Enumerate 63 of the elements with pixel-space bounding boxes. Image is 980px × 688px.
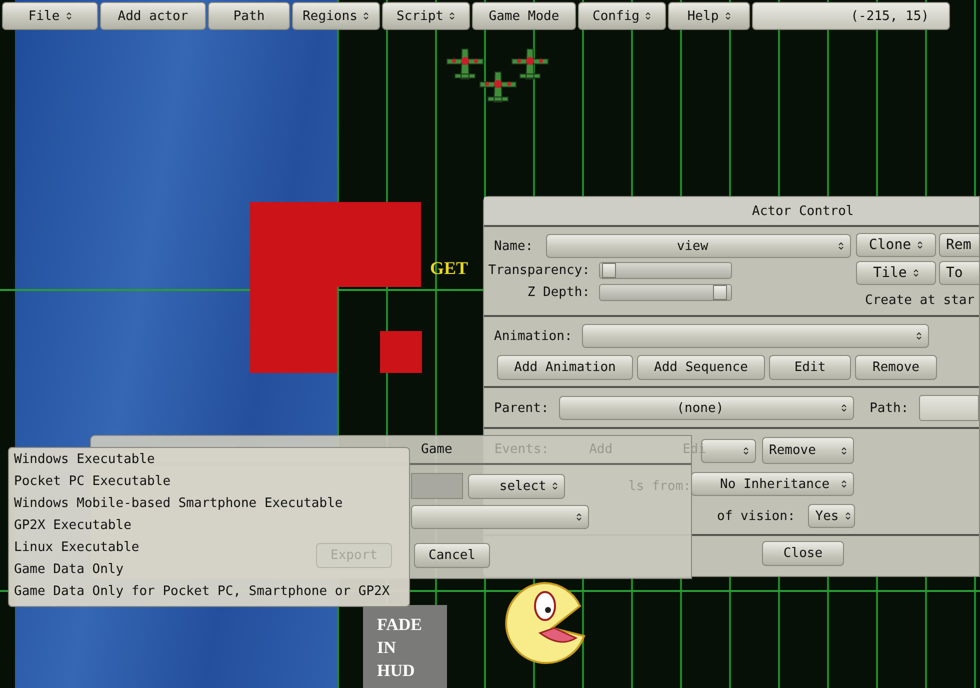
menu-item[interactable]: Windows Mobile-based Smartphone Executable <box>14 493 343 515</box>
dropdown-indicator-icon <box>840 404 847 412</box>
transparency-slider[interactable] <box>599 262 732 278</box>
menu-button[interactable]: Game Mode <box>472 2 576 30</box>
create-at-start-label: Create at star <box>865 293 976 308</box>
z-depth-slider[interactable] <box>599 284 732 300</box>
menu-item[interactable]: GP2X Executable <box>14 515 132 537</box>
dialog-title: Game <box>421 442 452 457</box>
menu-item[interactable]: Windows Executable <box>14 449 155 471</box>
path-label: Path: <box>870 400 909 416</box>
parent-label: Parent: <box>494 400 549 416</box>
side-button[interactable]: Tile <box>856 261 936 285</box>
menu-button[interactable]: Regions <box>292 2 380 30</box>
side-button[interactable]: Rem <box>939 233 979 257</box>
coordinates-display: (-215, 15) <box>752 2 950 30</box>
animation-button[interactable]: Remove <box>855 355 937 380</box>
dropdown-indicator-icon <box>916 332 922 340</box>
dropdown-indicator-icon <box>552 482 558 490</box>
select-button[interactable]: select <box>468 474 566 498</box>
vision-label: of vision: <box>717 508 796 524</box>
name-dropdown[interactable]: view <box>546 234 851 258</box>
dropdown-indicator-icon <box>576 513 582 521</box>
animation-label: Animation: <box>494 328 572 344</box>
animation-dropdown[interactable] <box>582 324 930 348</box>
window-title: Actor Control <box>752 204 854 218</box>
menu-button[interactable]: Add actor <box>100 2 206 30</box>
menu-button[interactable]: File <box>2 2 98 30</box>
menu-button[interactable]: Help <box>668 2 750 30</box>
menu-item[interactable]: Game Data Only <box>14 559 124 581</box>
slider-thumb[interactable] <box>602 262 616 278</box>
hud-label: FADE IN HUD <box>363 605 447 688</box>
remove-button[interactable]: Remove <box>762 437 854 464</box>
dropdown-indicator-icon <box>743 446 749 454</box>
menu-item[interactable]: Linux Executable <box>14 537 140 559</box>
menu-item[interactable]: Pocket PC Executable <box>14 471 171 493</box>
dropdown-indicator-icon <box>841 446 847 454</box>
vision-dropdown[interactable]: Yes <box>808 504 856 528</box>
banner-text: GET <box>430 258 468 279</box>
inheritance-dropdown[interactable]: No Inheritance <box>691 472 854 496</box>
menu-button[interactable]: Script <box>382 2 470 30</box>
dropdown-indicator-icon <box>841 480 847 488</box>
close-button[interactable]: Close <box>762 541 844 566</box>
side-button[interactable]: Clone <box>856 233 936 257</box>
animation-button[interactable]: Add Animation <box>497 355 633 380</box>
actor-block <box>380 331 422 373</box>
animation-button[interactable]: Add Sequence <box>637 355 765 380</box>
path-field[interactable] <box>918 395 979 421</box>
dropdown-indicator-icon <box>844 512 851 520</box>
side-button[interactable]: To <box>939 261 979 285</box>
events-action-label: Edi <box>682 442 706 457</box>
name-label: Name: <box>494 238 534 254</box>
file-field[interactable] <box>411 473 464 499</box>
menu-button[interactable]: Config <box>578 2 666 30</box>
menu-item[interactable]: Game Data Only for Pocket PC, Smartphone or GP2X <box>14 581 390 603</box>
slider-thumb[interactable] <box>713 284 728 300</box>
animation-button[interactable]: Edit <box>769 355 851 380</box>
export-type-dropdown[interactable] <box>411 505 589 529</box>
parent-dropdown[interactable]: (none) <box>558 396 854 420</box>
transparency-label: Transparency: <box>487 262 591 278</box>
cancel-button[interactable]: Cancel <box>414 543 490 568</box>
z-depth-label: Z Depth: <box>526 284 591 300</box>
menu-button[interactable]: Path <box>208 2 290 30</box>
dropdown-indicator-icon <box>838 242 844 250</box>
